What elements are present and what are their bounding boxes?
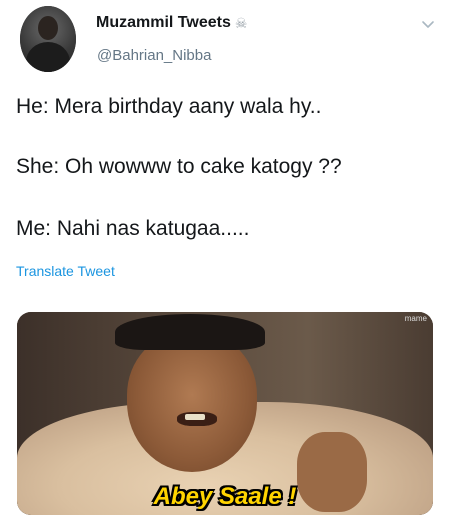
meme-caption: Abey Saale ! bbox=[153, 483, 297, 510]
name-row: Muzammil Tweets ☠ bbox=[96, 14, 247, 32]
display-name[interactable]: Muzammil Tweets bbox=[96, 14, 231, 32]
media-face bbox=[127, 332, 257, 472]
tweet-header: Muzammil Tweets ☠ @Bahrian_Nibba bbox=[0, 0, 450, 80]
user-handle[interactable]: @Bahrian_Nibba bbox=[97, 47, 211, 64]
media-teeth bbox=[185, 414, 205, 420]
media-cap bbox=[115, 314, 265, 350]
avatar-head bbox=[38, 16, 58, 40]
tweet-text-line: He: Mera birthday aany wala hy.. bbox=[16, 95, 322, 118]
tweet-text-line: She: Oh wowww to cake katogy ?? bbox=[16, 155, 342, 178]
tweet-text-line: Me: Nahi nas katugaa..... bbox=[16, 217, 250, 240]
skull-crossbones-icon: ☠ bbox=[234, 15, 248, 31]
avatar[interactable] bbox=[20, 6, 76, 72]
media-watermark: mame bbox=[404, 314, 427, 323]
translate-tweet-link[interactable]: Translate Tweet bbox=[16, 263, 115, 279]
tweet-media-image[interactable]: mame Abey Saale ! bbox=[17, 312, 433, 515]
chevron-down-icon[interactable] bbox=[420, 16, 436, 32]
